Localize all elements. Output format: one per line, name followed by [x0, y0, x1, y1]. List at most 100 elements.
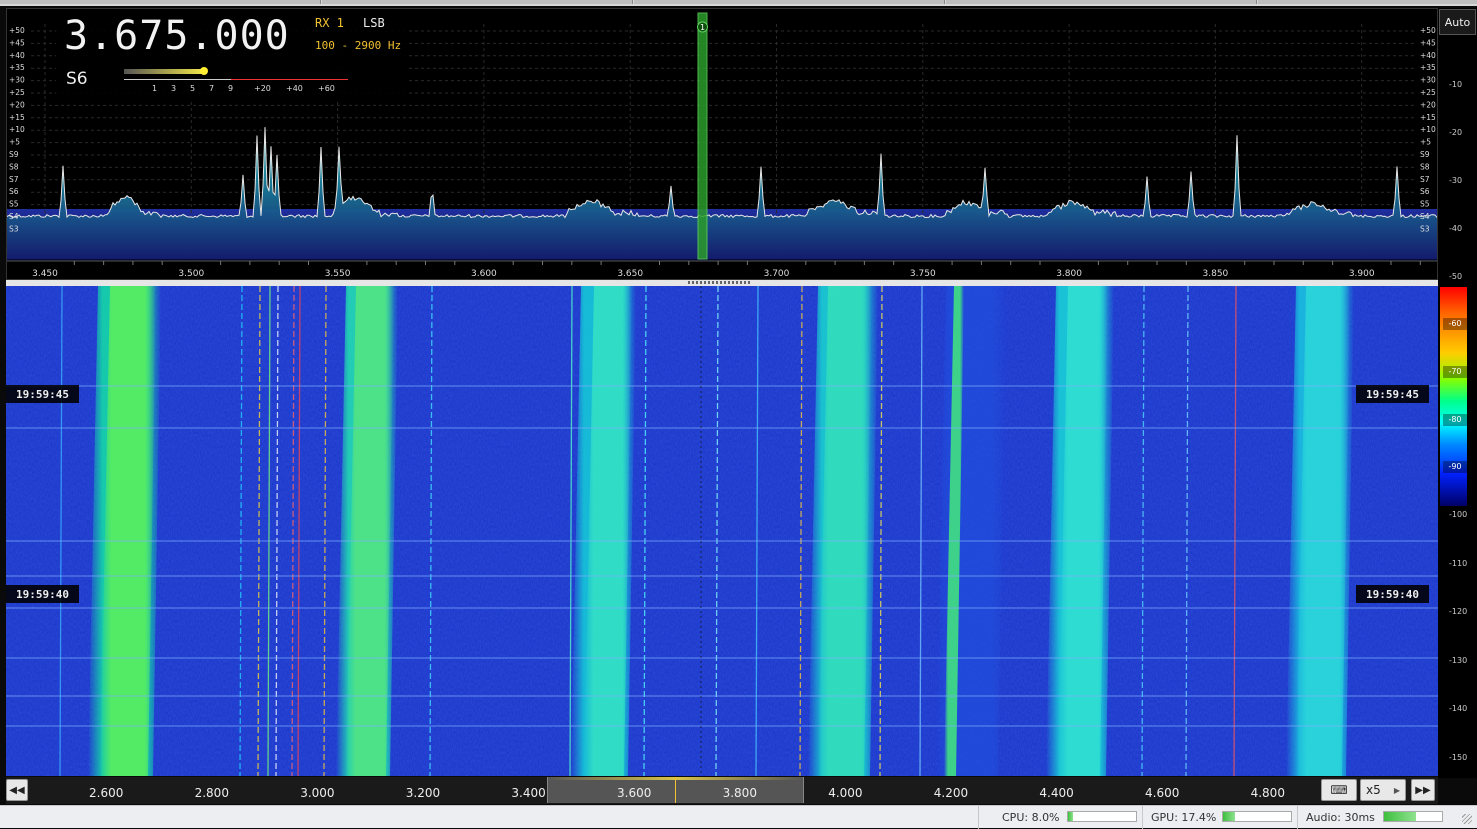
s-meter-tick: 9 — [228, 84, 234, 93]
bandwidth-label[interactable]: 100 - 2900 Hz — [315, 39, 401, 52]
spectrum-right-scale-label: S9 — [1420, 150, 1430, 159]
spectrum-trace — [7, 127, 1437, 219]
spectrum-left-scale-label: S4 — [9, 212, 19, 221]
status-separator — [978, 806, 979, 829]
scroller-center-marker — [675, 777, 676, 803]
cpu-label: CPU: 8.0% — [1002, 811, 1060, 824]
waterfall-plot[interactable] — [6, 286, 1438, 776]
frequency-readout: 3.675.000 S6 RX 1 LSB 100 - 2900 Hz 1 3 5 7… — [56, 9, 408, 99]
s-meter-bar — [124, 69, 204, 74]
spectrum-db-scale-label: -50 — [1449, 272, 1463, 281]
resize-grip-icon[interactable] — [1462, 814, 1472, 824]
spectrum-freq-tick: 3.450 — [32, 269, 58, 279]
receiver-label[interactable]: RX 1 — [315, 16, 344, 30]
spectrum-right-scale-label: S4 — [1420, 212, 1430, 221]
chevron-right-icon: ▶ — [1393, 785, 1400, 795]
gpu-label: GPU: 17.4% — [1151, 811, 1217, 824]
spectrum-right-scale-label: +35 — [1420, 63, 1436, 72]
spectrum-left-scale-label: +10 — [9, 125, 25, 134]
spectrum-right-scale-label: S3 — [1420, 224, 1430, 233]
spectrum-freq-tick: 3.850 — [1203, 269, 1229, 279]
spectrum-left-scale-label: +25 — [9, 88, 25, 97]
keyboard-button[interactable]: ⌨ — [1321, 779, 1357, 801]
spectrum-right-scale-label: +50 — [1420, 26, 1436, 35]
s-meter-tick: +20 — [254, 84, 271, 93]
scroller-freq-tick: 4.600 — [1145, 786, 1180, 800]
s-meter-indicator — [199, 67, 208, 75]
gpu-meter-fill — [1223, 812, 1235, 821]
divider-grip-handle[interactable] — [688, 281, 752, 284]
spectrum-left-scale-label: S7 — [9, 175, 19, 184]
scroll-left-button[interactable]: ◀◀ — [6, 779, 28, 801]
mode-label[interactable]: LSB — [363, 16, 385, 30]
top-strip-segment — [1258, 0, 1477, 4]
scroller-view-window[interactable] — [547, 777, 804, 803]
spectrum-right-scale-label: S7 — [1420, 175, 1430, 184]
marker-label: 1 — [700, 23, 705, 32]
scroller-freq-tick: 3.400 — [511, 786, 546, 800]
spectrum-right-scale-label: +25 — [1420, 88, 1436, 97]
spectrum-left-scale-label: +35 — [9, 63, 25, 72]
s-meter-scale-over — [231, 79, 348, 80]
scroll-right-button[interactable]: ▶▶ — [1411, 779, 1435, 801]
time-label-right: 19:59:45 — [1356, 385, 1429, 403]
spectrum-left-scale-label: S8 — [9, 162, 19, 171]
spectrum-right-scale-label: S5 — [1420, 200, 1430, 209]
s-meter-tick: 7 — [209, 84, 215, 93]
spectrum-freq-tick: 3.800 — [1056, 269, 1082, 279]
audio-meter-fill — [1384, 812, 1416, 821]
waterfall-db-scale-label: -150 — [1449, 752, 1468, 762]
spectrum-fill — [7, 127, 1437, 259]
s-meter-tick: +40 — [286, 84, 303, 93]
waterfall-display[interactable] — [6, 286, 1438, 776]
spectrum-right-scale-label: +15 — [1420, 113, 1436, 122]
colorbar-tick: -80 — [1443, 414, 1467, 426]
scroller-freq-tick: 2.800 — [194, 786, 229, 800]
scroller-freq-tick: 4.000 — [828, 786, 863, 800]
spectrum-left-scale-label: +20 — [9, 100, 25, 109]
waterfall-db-scale-label: -110 — [1449, 558, 1468, 568]
auto-button[interactable]: Auto — [1439, 9, 1476, 35]
tuning-marker[interactable] — [697, 12, 708, 260]
spectrum-left-scale-label: +5 — [9, 138, 20, 147]
spectrum-freq-tick: 3.500 — [178, 269, 204, 279]
s-meter-reading: S6 — [66, 69, 88, 89]
top-strip-segment — [634, 0, 945, 4]
time-label-right: 19:59:40 — [1356, 585, 1429, 603]
scroller-freq-tick: 3.800 — [722, 786, 757, 800]
gpu-meter — [1222, 811, 1292, 822]
spectrum-right-scale-label: +5 — [1420, 138, 1431, 147]
spectrum-left-scale-label: S9 — [9, 150, 19, 159]
spectrum-left-scale-label: S6 — [9, 187, 19, 196]
spectrum-db-scale-label: -20 — [1449, 128, 1463, 137]
spectrum-left-scale-label: S3 — [9, 224, 19, 233]
top-strip-segment — [322, 0, 633, 4]
scroller-freq-tick: 3.000 — [300, 786, 335, 800]
scroller-freq-tick: 4.800 — [1250, 786, 1285, 800]
spectrum-freq-tick: 3.900 — [1349, 269, 1375, 279]
s-meter-tick: 1 — [152, 84, 158, 93]
spectrum-freq-tick: 3.600 — [471, 269, 497, 279]
audio-meter — [1383, 811, 1443, 822]
scroller-freq-tick: 4.400 — [1039, 786, 1074, 800]
top-strip-segment — [946, 0, 1257, 4]
scroller-freq-tick: 3.600 — [617, 786, 652, 800]
spectrum-db-scale-label: -40 — [1449, 224, 1463, 233]
spectrum-left-scale-label: S5 — [9, 200, 19, 209]
s-meter-tick: 3 — [171, 84, 177, 93]
frequency-display[interactable]: 3.675.000 — [64, 13, 290, 59]
scroller-freq-tick: 4.200 — [933, 786, 969, 800]
waterfall-db-scale-label: -120 — [1449, 607, 1468, 616]
audio-label: Audio: 30ms — [1306, 811, 1375, 824]
s-meter-tick: 5 — [190, 84, 196, 93]
top-strip — [0, 0, 1477, 6]
time-label-left: 19:59:40 — [6, 585, 79, 603]
zoom-value: x5 — [1366, 783, 1381, 797]
spectrum-freq-tick: 3.650 — [617, 269, 643, 279]
zoom-selector[interactable]: x5 ▶ — [1360, 779, 1406, 801]
spectrum-right-scale-label: +45 — [1420, 38, 1436, 47]
status-bar: CPU: 8.0% GPU: 17.4% Audio: 30ms — [0, 805, 1477, 829]
spectrum-freq-tick: 3.700 — [764, 269, 790, 279]
colorbar-tick: -60 — [1443, 318, 1467, 330]
spectrum-right-scale-label: +40 — [1420, 51, 1436, 60]
